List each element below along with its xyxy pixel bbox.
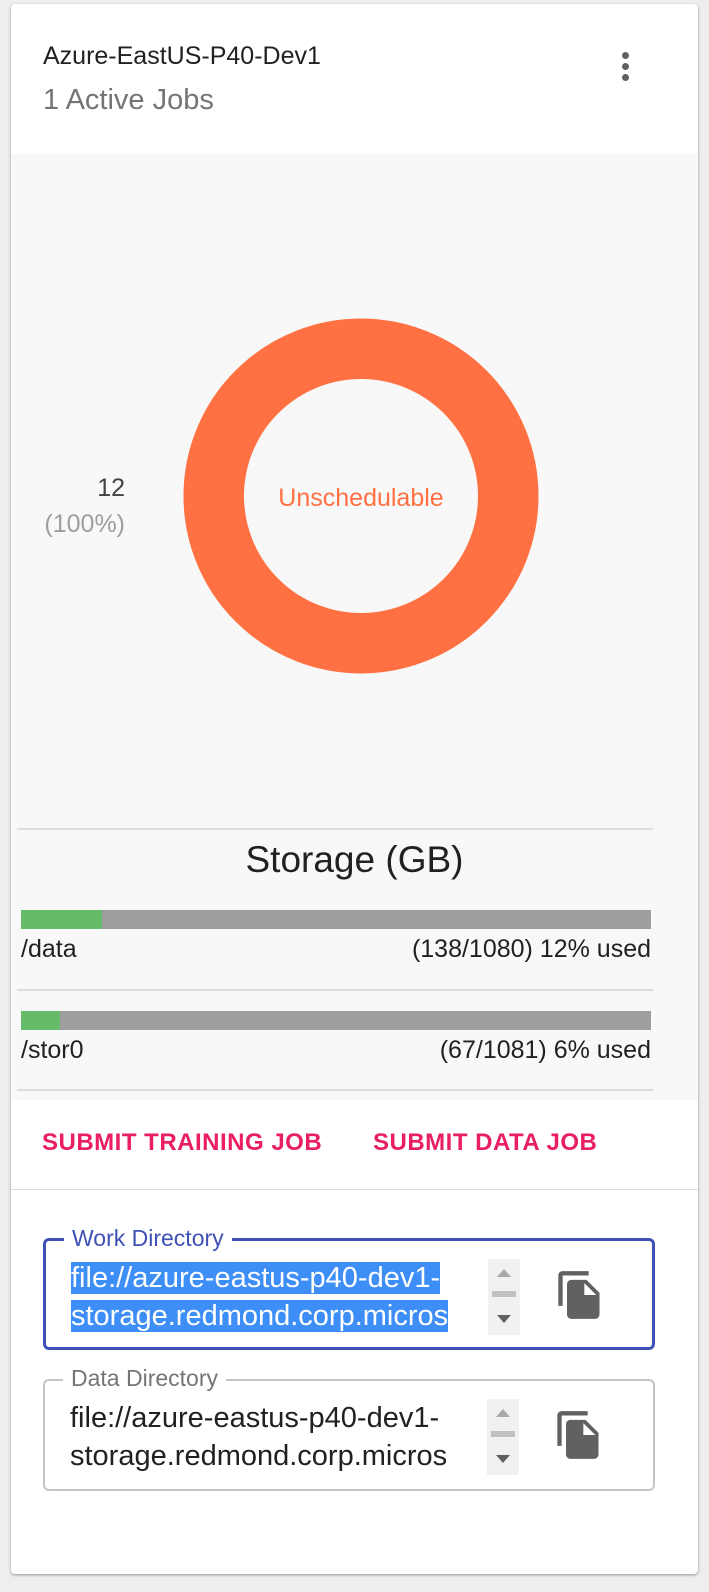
data-directory-scrollbar[interactable] [487,1399,519,1475]
data-directory-textarea[interactable]: file://azure-eastus-p40-dev1- storage.re… [70,1399,487,1475]
divider [17,828,653,830]
data-directory-label: Data Directory [63,1365,226,1391]
storage-name-data: /data [21,935,77,963]
storage-bar-data [21,910,651,929]
submit-training-job-button[interactable]: SUBMIT TRAINING JOB [42,1129,322,1157]
copy-icon[interactable] [554,1269,606,1321]
work-directory-label: Work Directory [64,1225,232,1251]
storage-bar-stor0-fill [21,1011,61,1030]
storage-title: Storage (GB) [245,839,464,880]
unschedulable-count: 12 [97,474,125,502]
cluster-card: Azure-EastUS-P40-Dev1 1 Active Jobs 12 (… [11,4,698,1574]
storage-bar-data-fill [21,910,102,929]
storage-bar-stor0 [21,1011,651,1030]
storage-name-stor0: /stor0 [21,1036,84,1064]
data-directory-field[interactable]: Data Directory file://azure-eastus-p40-d… [43,1365,655,1491]
work-directory-field[interactable]: Work Directory file://azure-eastus-p40-d… [43,1225,655,1350]
divider [17,1089,653,1091]
divider [11,1189,698,1190]
divider [17,989,653,991]
work-directory-scrollbar[interactable] [488,1259,520,1335]
donut-center-label: Unschedulable [278,484,443,512]
card-header: Azure-EastUS-P40-Dev1 1 Active Jobs [11,4,698,154]
active-jobs-count: 1 Active Jobs [43,84,214,116]
unschedulable-percent: (100%) [44,510,125,538]
storage-usage-stor0: (67/1081) 6% used [439,1036,651,1064]
submit-data-job-button[interactable]: SUBMIT DATA JOB [373,1129,597,1157]
cluster-title: Azure-EastUS-P40-Dev1 [43,42,321,70]
copy-icon[interactable] [553,1409,605,1461]
more-vert-icon[interactable] [605,44,645,88]
storage-usage-data: (138/1080) 12% used [411,935,651,963]
status-donut[interactable]: Unschedulable [183,318,539,674]
work-directory-textarea[interactable]: file://azure-eastus-p40-dev1- storage.re… [71,1259,488,1335]
